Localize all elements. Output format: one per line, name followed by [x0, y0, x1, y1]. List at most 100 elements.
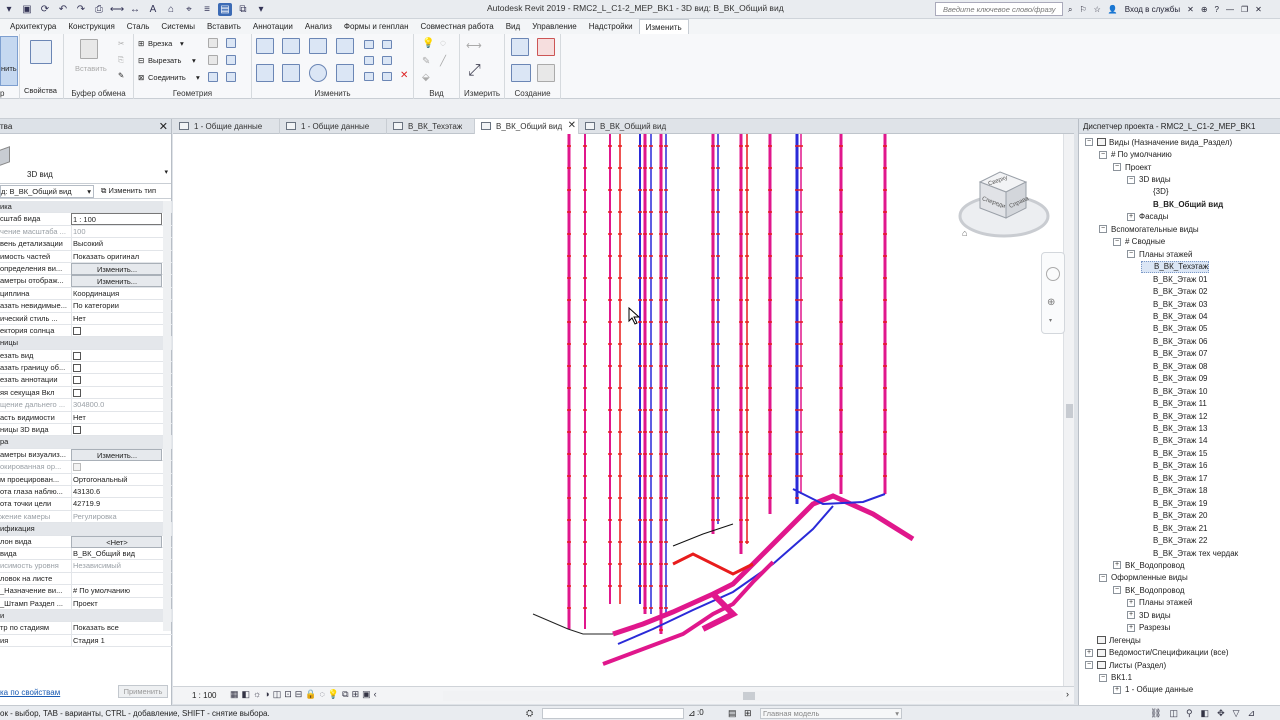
- property-row[interactable]: асть видимости Нет: [0, 411, 172, 425]
- view-scale[interactable]: 1 : 100: [192, 691, 216, 700]
- browser-node[interactable]: B_ВК_Этаж 04: [1141, 310, 1207, 322]
- switch-windows-icon[interactable]: ▤: [218, 3, 232, 16]
- browser-node[interactable]: B_ВК_Этаж 18: [1141, 485, 1207, 497]
- view-tab-general-view-active[interactable]: B_ВК_Общий вид ✕: [475, 119, 579, 134]
- properties-scrollbar[interactable]: [163, 201, 171, 631]
- property-value[interactable]: Изменить...: [71, 262, 162, 275]
- worksharing-icon[interactable]: ⧉: [342, 689, 348, 700]
- tab-steel[interactable]: Сталь: [121, 19, 156, 34]
- browser-node[interactable]: − Листы (Раздел): [1085, 659, 1166, 671]
- 3d-view-canvas[interactable]: [173, 134, 1063, 686]
- browser-node[interactable]: B_ВК_Этаж 20: [1141, 510, 1207, 522]
- hide-icon[interactable]: ◌: [440, 38, 446, 49]
- filter-icon[interactable]: ⊿: [688, 708, 696, 719]
- property-row[interactable]: азать невидимые... По категории: [0, 300, 172, 313]
- browser-node[interactable]: B_ВК_Этаж 03: [1141, 298, 1207, 310]
- view-tab-general-view[interactable]: B_ВК_Общий вид: [579, 119, 677, 134]
- drag-elements-icon[interactable]: ✥: [1217, 708, 1225, 719]
- collapse-icon[interactable]: −: [1127, 250, 1135, 259]
- paint-icon[interactable]: [208, 55, 218, 65]
- property-row[interactable]: щение дальнего ... 304800.0: [0, 399, 172, 412]
- browser-node[interactable]: B_ВК_Этаж тех чердак: [1141, 547, 1238, 559]
- measure-icon[interactable]: ⟷: [110, 3, 124, 16]
- browser-node[interactable]: + Планы этажей: [1127, 597, 1192, 609]
- detail-level-icon[interactable]: ▦: [230, 689, 239, 700]
- cut-geometry-icon[interactable]: ⊟: [138, 56, 144, 65]
- browser-node[interactable]: B_ВК_Этаж 19: [1141, 497, 1207, 509]
- property-row[interactable]: езать аннотации: [0, 374, 172, 387]
- property-row[interactable]: ический стиль ... Нет: [0, 312, 172, 325]
- property-value[interactable]: Регулировка: [71, 510, 162, 523]
- property-value[interactable]: 304800.0: [71, 399, 162, 412]
- property-value[interactable]: 100: [71, 225, 162, 238]
- browser-node[interactable]: B_ВК_Этаж 22: [1141, 534, 1207, 546]
- checkbox[interactable]: [73, 351, 81, 360]
- sun-path-icon[interactable]: ☼: [253, 689, 261, 700]
- select-by-face-icon[interactable]: ◧: [1201, 708, 1210, 719]
- browser-node[interactable]: + Фасады: [1127, 211, 1168, 223]
- restore-icon[interactable]: ❐: [1241, 5, 1248, 14]
- scroll-thumb[interactable]: [1066, 404, 1073, 418]
- split-icon[interactable]: [364, 40, 374, 49]
- chevron-down-icon[interactable]: ▾: [164, 168, 168, 176]
- property-value[interactable]: Независимый: [71, 560, 162, 573]
- select-dropdown[interactable]: р: [0, 89, 19, 98]
- property-row[interactable]: _Назначение ви... # По умолчанию: [0, 585, 172, 598]
- tab-annotate[interactable]: Аннотации: [247, 19, 299, 34]
- temp-hide-icon[interactable]: ◌: [320, 689, 325, 700]
- canvas-horizontal-scrollbar[interactable]: ›: [443, 689, 1069, 701]
- cope-icon[interactable]: ⊞: [138, 39, 144, 48]
- browser-node[interactable]: B_ВК_Техэтаж: [1141, 260, 1210, 273]
- unpin-icon[interactable]: [382, 72, 392, 81]
- property-value[interactable]: Проект: [71, 597, 162, 610]
- search-input[interactable]: Введите ключевое слово/фразу: [935, 2, 1063, 16]
- property-row[interactable]: вень детализации Высокий: [0, 238, 172, 251]
- move-icon[interactable]: [256, 64, 274, 82]
- expand-icon[interactable]: +: [1113, 561, 1121, 570]
- browser-node[interactable]: B_ВК_Этаж 01: [1141, 273, 1207, 285]
- cut-icon[interactable]: ✂: [118, 39, 124, 48]
- dimension-icon[interactable]: ↔: [128, 3, 142, 16]
- close-icon[interactable]: ✕: [1255, 5, 1262, 14]
- browser-node[interactable]: +3D виды: [1127, 609, 1171, 621]
- property-group-header[interactable]: ификация⌃: [0, 523, 172, 536]
- property-value[interactable]: 42719.9: [71, 498, 162, 511]
- crop-region-icon[interactable]: ⊟: [295, 689, 303, 700]
- browser-node[interactable]: B_ВК_Общий вид: [1141, 198, 1223, 210]
- save-icon[interactable]: ▣: [20, 3, 34, 16]
- browser-node[interactable]: B_ВК_Этаж 14: [1141, 435, 1207, 447]
- linework-icon[interactable]: ╱: [440, 56, 446, 67]
- select-pinned-icon[interactable]: ⚲: [1186, 708, 1193, 719]
- main-pipe-magenta[interactable]: [612, 493, 915, 637]
- property-row[interactable]: тр по стадиям Показать все: [0, 622, 172, 635]
- expand-icon[interactable]: +: [1127, 623, 1135, 632]
- select-links-icon[interactable]: ⛓: [1150, 708, 1161, 719]
- reveal-hidden-icon[interactable]: 💡: [328, 689, 339, 700]
- tab-modify[interactable]: Изменить: [638, 19, 689, 34]
- user-icon[interactable]: 👤: [1108, 5, 1118, 14]
- property-row[interactable]: сштаб вида 1 : 100: [0, 213, 172, 226]
- properties-help-link[interactable]: ка по свойствам: [0, 688, 60, 697]
- property-row[interactable]: аметры отображ... Изменить...: [0, 275, 172, 288]
- browser-node[interactable]: B_ВК_Этаж 17: [1141, 472, 1207, 484]
- close-hidden-icon[interactable]: ⧉: [236, 3, 250, 16]
- property-value[interactable]: Высокий: [71, 238, 162, 251]
- collapse-icon[interactable]: −: [1113, 586, 1121, 595]
- dropdown-arrow-icon[interactable]: ▾: [2, 3, 16, 16]
- modify-tool-button[interactable]: нить: [0, 36, 18, 86]
- workset-icon[interactable]: ⛭: [526, 708, 533, 719]
- browser-node[interactable]: Легенды: [1085, 634, 1141, 646]
- collapse-icon[interactable]: −: [1099, 150, 1107, 159]
- canvas-vertical-scrollbar[interactable]: [1063, 134, 1074, 686]
- property-row[interactable]: ия Стадия 1: [0, 634, 172, 648]
- properties-close-icon[interactable]: ✕: [159, 120, 168, 133]
- browser-node[interactable]: + ВК_Водопровод: [1113, 559, 1185, 571]
- browser-node[interactable]: B_ВК_Этаж 06: [1141, 335, 1207, 347]
- tab-systems[interactable]: Системы: [155, 19, 201, 34]
- funnel-count-icon[interactable]: ⊿: [1248, 708, 1256, 719]
- property-checkbox-cell[interactable]: [71, 349, 162, 362]
- property-value[interactable]: 43130.6: [71, 485, 162, 498]
- expand-icon[interactable]: +: [1113, 685, 1121, 694]
- section-icon[interactable]: ⌖: [182, 3, 196, 16]
- property-row[interactable]: циплина Координация: [0, 287, 172, 301]
